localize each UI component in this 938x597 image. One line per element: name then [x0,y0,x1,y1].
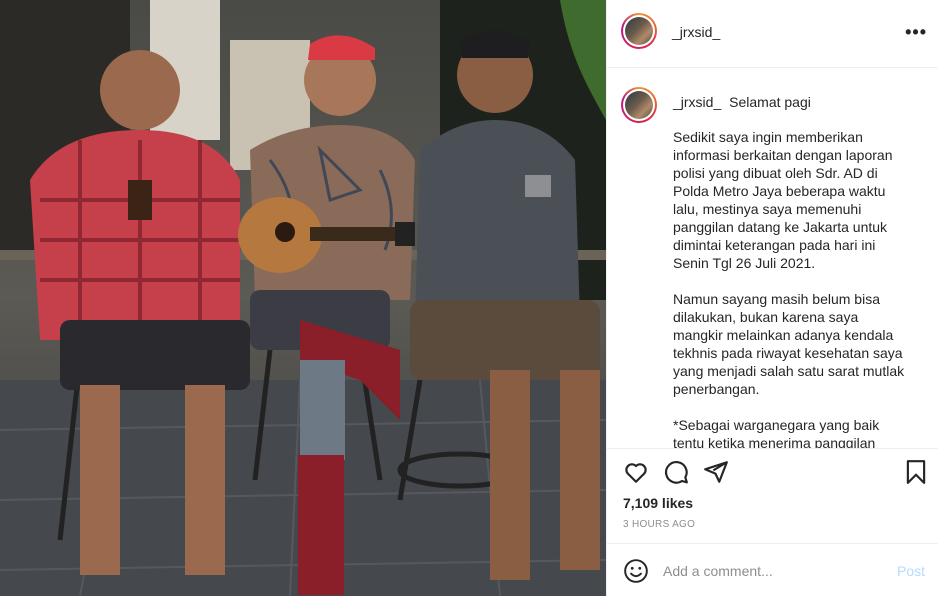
avatar-image [625,17,653,45]
post-header: _jrxsid_ ••• [607,0,938,68]
avatar-image [625,91,653,119]
caption-section: _jrxsid_ Selamat pagi Sedikit saya ingin… [607,68,938,448]
heart-icon[interactable] [623,459,649,485]
caption-first-line: _jrxsid_ Selamat pagi [673,94,811,110]
emoji-icon[interactable] [623,558,649,584]
avatar[interactable] [621,13,657,49]
comment-icon[interactable] [663,459,689,485]
username-link[interactable]: _jrxsid_ [672,24,720,40]
post-photo[interactable] [0,0,606,596]
caption-username-link[interactable]: _jrxsid_ [673,94,721,110]
caption-paragraph: Namun sayang masih belum bisa dilakukan,… [673,291,905,397]
caption-greeting: Selamat pagi [729,94,811,110]
post-photo-illustration [0,0,606,596]
action-bar: 7,109 likes 3 HOURS AGO Post [607,448,938,596]
more-options-icon[interactable]: ••• [905,22,927,43]
caption-paragraph: *Sebagai warganegara yang baik tentu ket… [673,417,880,448]
post-comment-button[interactable]: Post [897,563,925,579]
bookmark-icon[interactable] [903,459,929,485]
send-icon[interactable] [703,459,729,485]
post-timestamp[interactable]: 3 HOURS AGO [623,519,695,530]
comment-form: Post [607,543,938,597]
caption-body: Sedikit saya ingin memberikan informasi … [673,128,909,448]
post-sidebar: _jrxsid_ ••• _jrxsid_ Selamat pagi Sedik… [606,0,938,596]
caption-avatar[interactable] [621,87,657,123]
caption-paragraph: Sedikit saya ingin memberikan informasi … [673,129,893,271]
likes-count[interactable]: 7,109 likes [623,495,693,511]
instagram-post: _jrxsid_ ••• _jrxsid_ Selamat pagi Sedik… [0,0,938,596]
comment-input[interactable] [663,558,883,584]
